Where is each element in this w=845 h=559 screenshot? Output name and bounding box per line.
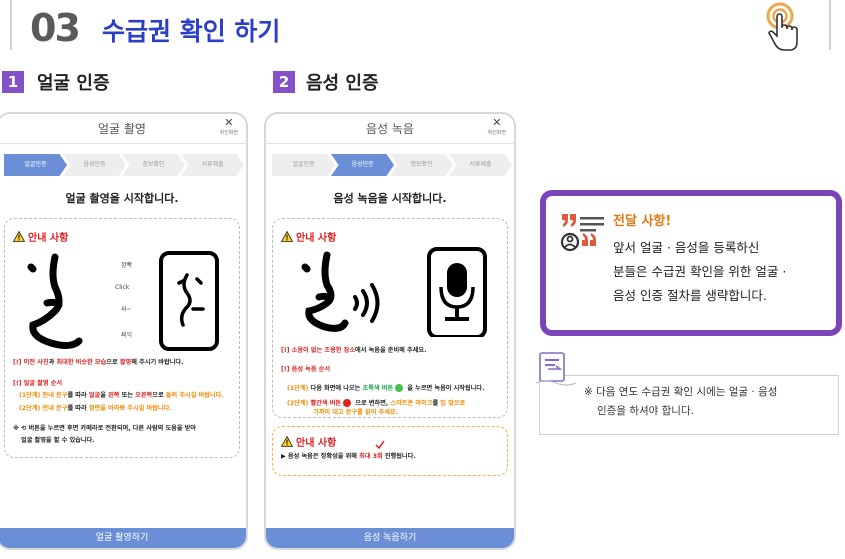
quote-speaker-icon: [560, 214, 604, 252]
notice-heading: 안내 사항: [281, 229, 336, 244]
notice-line-1: [!] 소음이 없는 조용한 장소에서 녹음을 준비해 주세요.: [281, 347, 427, 354]
step-2-title: 음성 인증: [306, 73, 379, 94]
tab-face[interactable]: 얼굴인증: [4, 154, 67, 176]
step-tabs: 얼굴인증 음성인증 정보확인 서류제출: [4, 154, 244, 176]
section-number: 03: [30, 6, 81, 50]
tip-text: ※ 다음 연도 수급권 확인 시에는 얼굴 · 음성 인증을 하셔야 합니다.: [584, 383, 777, 421]
face-capture-screen: 얼굴 촬영 ✕ 취인화면 얼굴인증 음성인증 정보확인 서류제출 얼굴 촬영을 시…: [0, 112, 248, 550]
notice-heading: 안내 사항: [13, 229, 68, 244]
warning-icon: [13, 231, 25, 242]
callout-line: 음성 인증 절차를 생략합니다.: [613, 288, 767, 303]
status-message: 얼굴 촬영을 시작합니다.: [65, 192, 179, 205]
voice-record-screen: 음성 녹음 ✕ 취인화면 얼굴인증 음성인증 정보확인 서류제출 음성 녹음을 시…: [264, 112, 516, 550]
status-message: 음성 녹음을 시작합니다.: [333, 192, 447, 205]
close-button[interactable]: ✕ 취인화면: [488, 117, 506, 139]
tab-voice[interactable]: 음성인증: [63, 154, 126, 176]
notice-line-3: (1단계) 안내 문구를 따라 얼굴을 왼쪽 또는 오른쪽으로 돌려 주시길 바…: [19, 392, 224, 399]
tip-box: ※ 다음 연도 수급권 확인 시에는 얼굴 · 음성 인증을 하셔야 합니다.: [539, 375, 839, 435]
notice-box: 안내 사항 [!] 소음이 없는 조용한 장소에서 녹음을 준비해 주세요. […: [272, 218, 508, 418]
warning-icon: [281, 231, 293, 242]
close-label: 취인화면: [487, 130, 506, 136]
left-divider: [10, 0, 12, 50]
notice-box-secondary: 안내 사항 ▶ 음성 녹음은 정확성을 위해 최대 3회 진행됩니다.: [272, 426, 508, 476]
notice-line-5: 가까이 대고 문구를 읽어 주세요.: [313, 409, 398, 416]
face-capture-button[interactable]: 얼굴 촬영하기: [0, 528, 246, 548]
callout-line: 앞서 얼굴 · 음성을 등록하신: [613, 240, 760, 255]
memo-icon: [536, 352, 576, 386]
notice-line-4: (2단계) 빨간색 버튼 으로 변하면, 스마트폰 마이크를 입 앞으로: [287, 399, 466, 407]
notice-line-6: 얼굴 촬영을 할 수 있습니다.: [21, 437, 95, 444]
callout-line: 분들은 수급권 확인을 위한 얼굴 ·: [613, 264, 787, 279]
touch-hand-icon: [766, 2, 798, 51]
screen-header: 얼굴 촬영: [98, 122, 146, 136]
face-turn-illustration: 깜빡 Click 씨~ 찌익: [27, 251, 219, 351]
notice-title: 안내 사항: [296, 438, 337, 449]
notice-line-1: [!] 이전 사진과 최대한 비슷한 모습으로 촬영해 주시기 바랍니다.: [13, 359, 184, 366]
notice-line-2: [!] 얼굴 촬영 순서: [13, 380, 63, 387]
voice-record-button[interactable]: 음성 녹음하기: [266, 528, 514, 548]
step-2-badge: 2: [273, 71, 295, 93]
close-label: 취인화면: [219, 130, 238, 136]
art-word-4: 찌익: [121, 331, 132, 339]
tab-info[interactable]: 정보확인: [390, 154, 453, 176]
voice-illustration: [301, 247, 487, 337]
green-mic-icon: [395, 384, 404, 392]
tab-voice[interactable]: 음성인증: [331, 154, 394, 176]
tab-documents[interactable]: 서류제출: [181, 154, 244, 176]
notice-title: 안내 사항: [296, 233, 337, 244]
notice-line-3: (1단계) 다음 화면에 나오는 초록색 버튼 을 누르면 녹음이 시작됩니다.: [287, 384, 485, 392]
callout-body: 앞서 얼굴 · 음성을 등록하신 분들은 수급권 확인을 위한 얼굴 · 음성 …: [613, 236, 786, 308]
tab-info[interactable]: 정보확인: [122, 154, 185, 176]
tip-line: ※ 다음 연도 수급권 확인 시에는 얼굴 · 음성: [584, 386, 778, 398]
screen-header: 음성 녹음: [366, 122, 414, 136]
notice-line-2: [!] 음성 녹음 순서: [281, 366, 331, 373]
art-word-3: 씨~: [121, 306, 132, 313]
art-word-1: 깜빡: [121, 261, 133, 269]
step-1-badge: 1: [2, 71, 24, 93]
checkmark-icon: [375, 440, 385, 450]
close-button[interactable]: ✕ 취인화면: [220, 117, 238, 139]
step-1-title: 얼굴 인증: [37, 73, 110, 94]
page: 03 수급권 확인 하기 1 얼굴 인증 2 음성 인증 얼굴 촬영 ✕ 취인화면…: [0, 0, 845, 559]
notice-line-5: ※ ⟲ 버튼을 누르면 후면 카메라로 전환되며, 다른 사람의 도움을 받아: [13, 425, 197, 432]
warning-icon: [281, 436, 293, 447]
tab-face[interactable]: 얼굴인증: [272, 154, 335, 176]
tab-documents[interactable]: 서류제출: [449, 154, 512, 176]
red-mic-icon: [343, 399, 352, 407]
notice-line-4: (2단계) 안내 문구를 따라 정면을 바라봐 주시길 바랍니다.: [19, 405, 172, 412]
callout-title: 전달 사항!: [613, 214, 672, 229]
step-tabs: 얼굴인증 음성인증 정보확인 서류제출: [272, 154, 512, 176]
notice-callout: 전달 사항! 앞서 얼굴 · 음성을 등록하신 분들은 수급권 확인을 위한 얼…: [540, 190, 842, 336]
notice-title: 안내 사항: [28, 233, 69, 244]
right-divider: [829, 0, 831, 50]
notice-heading: 안내 사항: [281, 434, 336, 449]
notice2-line: ▶ 음성 녹음은 정확성을 위해 최대 3회 진행됩니다.: [281, 453, 416, 460]
art-word-2: Click: [115, 284, 130, 291]
tip-line: 인증을 하셔야 합니다.: [597, 405, 694, 417]
notice-box: 안내 사항 깜빡 Click 씨~ 찌익 [!] 이전 사진과 최대한 비슷한 …: [4, 218, 240, 458]
section-title: 수급권 확인 하기: [102, 17, 281, 46]
